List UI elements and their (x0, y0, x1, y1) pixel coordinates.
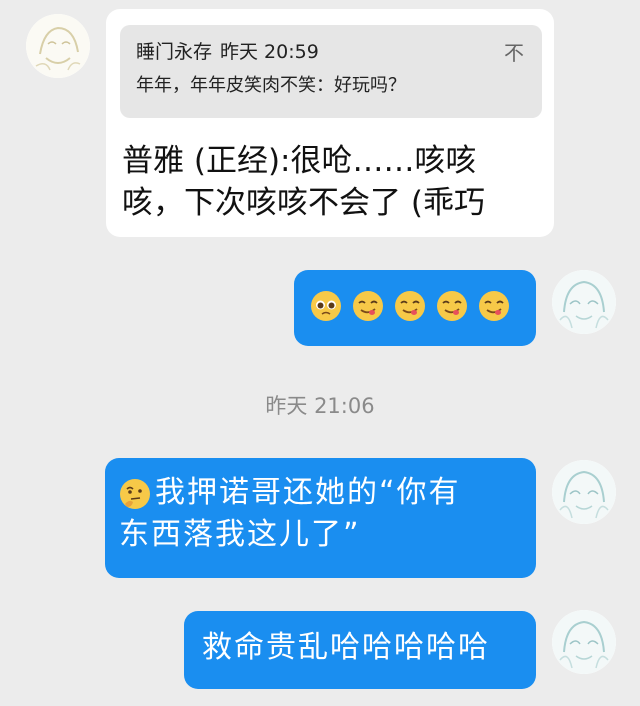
thinking-face-emoji (119, 478, 151, 510)
self-avatar[interactable] (552, 460, 616, 524)
message-line: 我押诺哥还她的“你有 (155, 475, 461, 510)
quote-close-glyph[interactable]: 不 (504, 37, 524, 66)
incoming-message-text: 普雅 (正经):很呛……咳咳 咳，下次咳咳不会了 (乖巧 (122, 140, 546, 224)
quote-time: 昨天 20:59 (220, 41, 319, 63)
yum-face-emoji (436, 290, 468, 322)
message-line: 救命贵乱哈哈哈哈哈 (202, 630, 490, 665)
yum-face-emoji (352, 290, 384, 322)
pleading-face-emoji (310, 290, 342, 322)
self-avatar[interactable] (552, 270, 616, 334)
outgoing-emoji-bubble[interactable] (294, 270, 536, 346)
quote-text: 年年，年年皮笑肉不笑：好玩吗？ (136, 75, 406, 96)
outgoing-message-bubble[interactable]: 我押诺哥还她的“你有 东西落我这儿了” (105, 458, 536, 578)
message-line: 普雅 (正经):很呛……咳咳 (122, 143, 477, 179)
message-line: 东西落我这儿了” (119, 517, 361, 552)
message-line: 咳，下次咳咳不会了 (乖巧 (122, 185, 485, 221)
chat-timestamp: 昨天 21:06 (265, 394, 375, 418)
outgoing-message-bubble[interactable]: 救命贵乱哈哈哈哈哈 (184, 611, 536, 689)
quoted-message[interactable]: 睡门永存 昨天 20:59 年年，年年皮笑肉不笑：好玩吗？ 不 (120, 25, 542, 118)
yum-face-emoji (478, 290, 510, 322)
contact-avatar[interactable] (26, 14, 90, 78)
yum-face-emoji (394, 290, 426, 322)
quote-sender: 睡门永存 (136, 41, 213, 63)
self-avatar[interactable] (552, 610, 616, 674)
